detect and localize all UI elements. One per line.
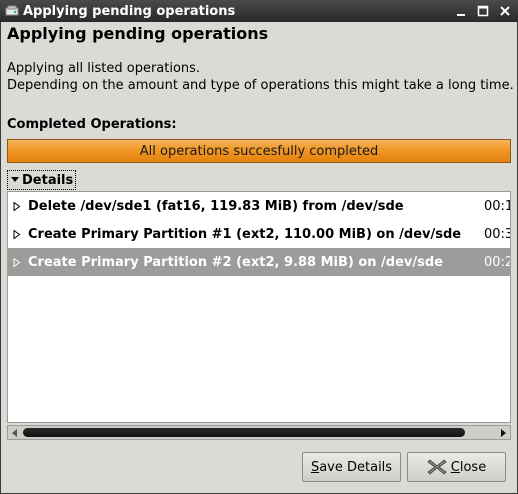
operation-row[interactable]: Delete /dev/sde1 (fat16, 119.83 MiB) fro… xyxy=(8,192,511,220)
close-button[interactable]: Close xyxy=(407,452,506,482)
x-icon xyxy=(427,459,447,475)
close-icon[interactable] xyxy=(496,2,514,20)
operation-row-selected[interactable]: Create Primary Partition #2 (ext2, 9.88 … xyxy=(8,248,511,276)
description-line-2: Depending on the amount and type of oper… xyxy=(7,78,514,93)
close-label: lose xyxy=(459,459,487,475)
operation-time: 00:3 xyxy=(484,226,511,242)
operation-text: Create Primary Partition #1 (ext2, 110.0… xyxy=(28,226,462,242)
scroll-right-icon[interactable] xyxy=(496,426,510,439)
scroll-left-icon[interactable] xyxy=(8,426,22,439)
operation-text: Create Primary Partition #2 (ext2, 9.88 … xyxy=(28,254,444,270)
operation-time: 00:2 xyxy=(484,254,511,270)
maximize-icon[interactable] xyxy=(474,2,492,20)
completed-operations-label: Completed Operations: xyxy=(7,117,177,132)
triangle-right-icon[interactable] xyxy=(10,255,24,269)
dialog-heading: Applying pending operations xyxy=(7,24,269,43)
horizontal-scrollbar[interactable] xyxy=(7,425,511,440)
details-expander[interactable]: Details xyxy=(7,170,77,190)
operation-text: Delete /dev/sde1 (fat16, 119.83 MiB) fro… xyxy=(28,198,404,214)
triangle-down-icon xyxy=(8,173,22,187)
operations-list[interactable]: Delete /dev/sde1 (fat16, 119.83 MiB) fro… xyxy=(7,191,511,423)
disk-icon[interactable] xyxy=(4,3,20,19)
title-bar: Applying pending operations xyxy=(0,0,518,22)
progress-text: All operations succesfully completed xyxy=(139,143,379,159)
save-label: ave Details xyxy=(319,459,393,475)
operation-row[interactable]: Create Primary Partition #1 (ext2, 110.0… xyxy=(8,220,511,248)
details-label: Details xyxy=(22,172,74,188)
triangle-right-icon[interactable] xyxy=(10,227,24,241)
triangle-right-icon[interactable] xyxy=(10,199,24,213)
scrollbar-thumb[interactable] xyxy=(23,428,465,437)
progress-bar: All operations succesfully completed xyxy=(7,139,511,163)
save-details-button[interactable]: Save Details xyxy=(302,452,401,482)
window-title: Applying pending operations xyxy=(23,3,236,19)
description-line-1: Applying all listed operations. xyxy=(7,61,201,76)
save-mnemonic: S xyxy=(310,459,320,475)
operation-time: 00:1 xyxy=(484,198,511,214)
close-mnemonic: C xyxy=(450,459,460,475)
minimize-icon[interactable] xyxy=(452,2,470,20)
